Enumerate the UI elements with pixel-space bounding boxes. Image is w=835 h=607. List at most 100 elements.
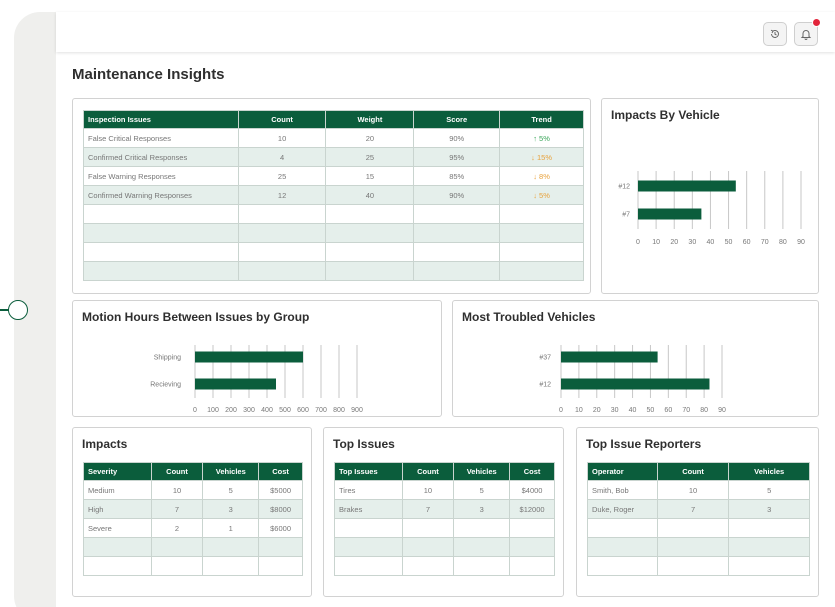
table-row[interactable]: High 7 3 $8000: [83, 499, 303, 519]
table-cell: $6000: [258, 518, 303, 538]
top-issue-reporters-card: Top Issue Reporters Operator Count Vehic…: [576, 427, 819, 597]
table-cell: [401, 518, 455, 538]
notification-badge: [812, 18, 821, 27]
table-cell: [258, 537, 303, 557]
weight-cell: 25: [325, 147, 415, 167]
table-cell: [509, 556, 555, 576]
tick-label: 20: [593, 407, 601, 414]
table-cell: [83, 223, 239, 243]
table-cell: [334, 518, 403, 538]
table-cell: 5: [728, 480, 810, 500]
table-row[interactable]: False Warning Responses 25 15 85% ↓ 8%: [83, 166, 584, 186]
notifications-button[interactable]: [794, 18, 821, 46]
count-cell: 10: [237, 128, 327, 148]
col-header-weight[interactable]: Weight: [325, 110, 415, 129]
table-cell: [83, 537, 152, 557]
tick-label: 0: [559, 407, 563, 414]
col-header-count[interactable]: Count: [656, 462, 730, 481]
table-row[interactable]: Medium 10 5 $5000: [83, 480, 303, 500]
table-cell: 10: [656, 480, 730, 500]
table-row[interactable]: False Critical Responses 10 20 90% ↑ 5%: [83, 128, 584, 148]
bar: [638, 180, 736, 192]
col-header-trend[interactable]: Trend: [499, 110, 584, 129]
table-cell: [728, 518, 810, 538]
top-issues-card: Top Issues Top Issues Count Vehicles Cos…: [323, 427, 564, 597]
history-button[interactable]: [763, 22, 787, 46]
tick-label: 90: [797, 239, 805, 246]
table-cell: [325, 223, 415, 243]
tick-label: 0: [193, 407, 197, 414]
inspection-issues-table: Inspection Issues Count Weight Score Tre…: [83, 110, 584, 281]
col-header-vehicles[interactable]: Vehicles: [453, 462, 511, 481]
count-cell: 4: [237, 147, 327, 167]
empty-table-row: [334, 518, 555, 538]
table-cell: Medium: [83, 480, 152, 500]
table-cell: [656, 518, 730, 538]
table-cell: [325, 204, 415, 224]
col-header-score[interactable]: Score: [413, 110, 501, 129]
col-header-cost[interactable]: Cost: [258, 462, 303, 481]
table-row[interactable]: Confirmed Critical Responses 4 25 95% ↓ 15%: [83, 147, 584, 167]
table-cell: [202, 556, 260, 576]
table-row[interactable]: Brakes 7 3 $12000: [334, 499, 555, 519]
table-row[interactable]: Smith, Bob 10 5: [587, 480, 810, 500]
tick-label: 60: [743, 239, 751, 246]
table-row[interactable]: Tires 10 5 $4000: [334, 480, 555, 500]
col-header-operator[interactable]: Operator: [587, 462, 658, 481]
table-cell: [237, 261, 327, 281]
trend-cell: ↓ 8%: [499, 166, 584, 186]
issue-cell: Confirmed Warning Responses: [83, 185, 239, 205]
issue-cell: False Warning Responses: [83, 166, 239, 186]
tick-label: 500: [279, 407, 291, 414]
table-cell: [413, 261, 501, 281]
col-header-top-issues[interactable]: Top Issues: [334, 462, 403, 481]
col-header-count[interactable]: Count: [237, 110, 327, 129]
col-header-inspection-issues[interactable]: Inspection Issues: [83, 110, 239, 129]
table-cell: $5000: [258, 480, 303, 500]
score-cell: 95%: [413, 147, 501, 167]
tick-label: 100: [207, 407, 219, 414]
tick-label: 30: [688, 239, 696, 246]
table-cell: 10: [150, 480, 204, 500]
table-row[interactable]: Duke, Roger 7 3: [587, 499, 810, 519]
bar: [561, 351, 658, 363]
table-row[interactable]: Confirmed Warning Responses 12 40 90% ↓ 5%: [83, 185, 584, 205]
tick-label: 30: [611, 407, 619, 414]
count-cell: 12: [237, 185, 327, 205]
table-row[interactable]: Severe 2 1 $6000: [83, 518, 303, 538]
table-cell: [509, 518, 555, 538]
tick-label: 10: [575, 407, 583, 414]
tick-label: 50: [725, 239, 733, 246]
table-cell: [325, 242, 415, 262]
table-cell: [728, 537, 810, 557]
col-header-vehicles[interactable]: Vehicles: [728, 462, 810, 481]
empty-table-row: [587, 518, 810, 538]
col-header-cost[interactable]: Cost: [509, 462, 555, 481]
table-cell: 2: [150, 518, 204, 538]
impacts-table: Severity Count Vehicles Cost Medium 10 5 $5…: [83, 462, 303, 576]
issue-cell: Confirmed Critical Responses: [83, 147, 239, 167]
table-cell: [401, 556, 455, 576]
table-cell: 7: [150, 499, 204, 519]
table-cell: [237, 223, 327, 243]
tick-label: 40: [629, 407, 637, 414]
col-header-vehicles[interactable]: Vehicles: [202, 462, 260, 481]
category-label: Recieving: [150, 382, 181, 389]
bar: [638, 208, 702, 220]
side-marker-dot: [8, 300, 28, 320]
tick-label: 50: [647, 407, 655, 414]
tick-label: 80: [700, 407, 708, 414]
col-header-count[interactable]: Count: [401, 462, 455, 481]
col-header-severity[interactable]: Severity: [83, 462, 152, 481]
bar: [561, 378, 710, 390]
table-cell: [83, 242, 239, 262]
table-cell: [587, 537, 658, 557]
trend-cell: ↑ 5%: [499, 128, 584, 148]
table-cell: [453, 518, 511, 538]
tick-label: 400: [261, 407, 273, 414]
table-cell: [509, 537, 555, 557]
impacts-card: Impacts Severity Count Vehicles Cost Med…: [72, 427, 312, 597]
empty-table-row: [83, 204, 584, 224]
col-header-count[interactable]: Count: [150, 462, 204, 481]
table-cell: $4000: [509, 480, 555, 500]
